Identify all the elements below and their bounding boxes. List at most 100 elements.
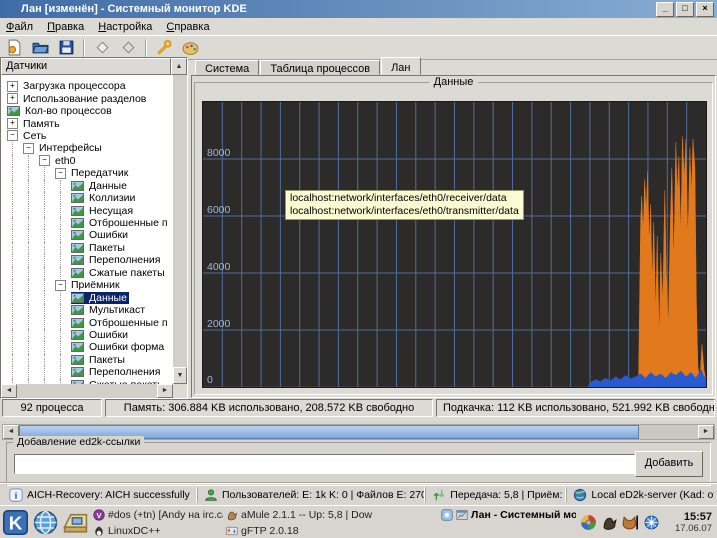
ed2k-link-input[interactable] xyxy=(14,454,635,474)
wrench-button[interactable] xyxy=(152,37,176,58)
tree-guide xyxy=(23,254,39,266)
tree-item-branch[interactable]: −Интерфейсы xyxy=(1,142,173,154)
tree-item-sensor[interactable]: Ошибки xyxy=(1,229,173,241)
taskbar-task[interactable]: aMule 2.1.1 -- Up: 5,8 | Dow xyxy=(223,507,438,523)
web-globe-launcher[interactable] xyxy=(30,508,60,538)
add-link-button[interactable]: Добавить xyxy=(635,451,703,477)
tree-item-branch[interactable]: −Передатчик xyxy=(1,167,173,179)
tree-guide xyxy=(7,180,23,192)
tree-expander[interactable]: − xyxy=(55,168,66,179)
fox-tray-icon[interactable] xyxy=(622,514,639,531)
desktop-launcher[interactable] xyxy=(60,508,90,538)
tree-item-sensor[interactable]: Ошибки форма xyxy=(1,341,173,353)
tree-guide xyxy=(7,242,23,254)
tree-expander[interactable]: + xyxy=(7,81,18,92)
close-button[interactable]: × xyxy=(696,2,714,17)
tree-item-sensor[interactable]: Пакеты xyxy=(1,354,173,366)
menu-справка[interactable]: Справка xyxy=(166,21,209,33)
new-worksheet-button[interactable] xyxy=(2,37,26,58)
minimize-button[interactable]: _ xyxy=(656,2,674,17)
tooltip-line-transmitter: localhost:network/interfaces/eth0/transm… xyxy=(290,205,519,218)
kicker-taskbar: K V#dos (+tn) [Andy на irc.ca aMule 2.1.1… xyxy=(0,505,717,538)
tree-item-sensor[interactable]: Мультикаст xyxy=(1,304,173,316)
sensor-tree: +Загрузка процессора+Использование разде… xyxy=(1,75,173,384)
tree-item-sensor[interactable]: Отброшенные п xyxy=(1,217,173,229)
tree-item-sensor[interactable]: Данные xyxy=(1,180,173,192)
tab-система[interactable]: Система xyxy=(195,60,259,75)
new-tab-button[interactable] xyxy=(90,37,114,58)
new-worksheet-icon xyxy=(6,39,23,56)
tree-guide xyxy=(23,267,39,279)
tree-item-sensor[interactable]: Данные xyxy=(1,291,173,303)
save-button[interactable] xyxy=(54,37,78,58)
chart-leaf-icon xyxy=(71,305,84,315)
tree-guide xyxy=(55,354,71,366)
tree-item-sensor[interactable]: Сжатые пакеты xyxy=(1,267,173,279)
tree-item-sensor[interactable]: Кол-во процессов xyxy=(1,105,173,117)
tree-expander[interactable]: − xyxy=(39,155,50,166)
tree-item-branch[interactable]: +Использование разделов xyxy=(1,92,173,104)
taskbar-task[interactable]: V#dos (+tn) [Andy на irc.ca xyxy=(90,507,223,523)
tree-item-sensor[interactable]: Ошибки xyxy=(1,329,173,341)
transfer-icon xyxy=(432,488,446,502)
chart-leaf-icon xyxy=(71,181,84,191)
tree-item-branch[interactable]: +Память xyxy=(1,117,173,129)
tree-guide xyxy=(7,279,23,291)
tree-item-branch[interactable]: −eth0 xyxy=(1,155,173,167)
toolbar-separator xyxy=(83,39,85,57)
delete-tab-button[interactable] xyxy=(116,37,140,58)
tree-item-sensor[interactable]: Несущая xyxy=(1,204,173,216)
task-label: #dos (+tn) [Andy на irc.ca xyxy=(108,509,223,521)
task-label: aMule 2.1.1 -- Up: 5,8 | Dow xyxy=(241,509,372,521)
titlebar[interactable]: Лан [изменён] - Системный монитор KDE _ … xyxy=(0,0,717,18)
tree-item-sensor[interactable]: Переполнения xyxy=(1,366,173,378)
taskbar-clock[interactable]: 15:57 17.06.07 xyxy=(675,511,717,535)
chart-leaf-icon xyxy=(71,268,84,278)
sensor-header[interactable]: Датчики xyxy=(1,58,171,75)
palette-button[interactable] xyxy=(178,37,202,58)
open-button[interactable] xyxy=(28,37,52,58)
menu-настройка[interactable]: Настройка xyxy=(98,21,152,33)
kmenu-launcher[interactable]: K xyxy=(0,508,30,538)
tree-item-label: Сжатые пакеты xyxy=(87,267,167,279)
toolbar-separator xyxy=(145,39,147,57)
tree-guide xyxy=(23,354,39,366)
tree-item-branch[interactable]: −Приёмник xyxy=(1,279,173,291)
taskbar-task[interactable]: Лан - Системный мо xyxy=(438,507,576,523)
menu-файл[interactable]: Файл xyxy=(6,21,33,33)
chart-leaf-icon xyxy=(71,330,84,340)
tree-item-sensor[interactable]: Коллизии xyxy=(1,192,173,204)
tree-item-branch[interactable]: −Сеть xyxy=(1,130,173,142)
tree-expander[interactable]: + xyxy=(7,118,18,129)
tree-item-branch[interactable]: +Загрузка процессора xyxy=(1,80,173,92)
scroll-up-button[interactable]: ▲ xyxy=(171,58,187,75)
tree-guide xyxy=(7,366,23,378)
tree-guide xyxy=(39,279,55,291)
tree-item-sensor[interactable]: Отброшенные п xyxy=(1,316,173,328)
tree-expander[interactable]: − xyxy=(55,280,66,291)
tab-таблица-процессов[interactable]: Таблица процессов xyxy=(260,60,380,75)
mule-tray-icon[interactable] xyxy=(601,514,618,531)
menu-правка[interactable]: Правка xyxy=(47,21,84,33)
tree-guide xyxy=(7,155,23,167)
maximize-button[interactable]: □ xyxy=(676,2,694,17)
amule-status-text: AICH-Recovery: AICH successfully xyxy=(27,489,190,501)
tree-expander[interactable]: − xyxy=(23,143,34,154)
tab-лан[interactable]: Лан xyxy=(381,57,420,75)
tree-expander[interactable]: − xyxy=(7,130,18,141)
tree-item-sensor[interactable]: Переполнения xyxy=(1,254,173,266)
taskbar-task[interactable]: gFTP 2.0.18 xyxy=(223,523,438,538)
globe-tray-icon[interactable] xyxy=(643,514,660,531)
tree-item-sensor[interactable]: Пакеты xyxy=(1,242,173,254)
tree-expander[interactable]: + xyxy=(7,93,18,104)
vertical-scrollbar[interactable]: ▼ xyxy=(173,75,187,384)
open-icon xyxy=(32,39,49,56)
taskbar-task[interactable]: LinuxDC++ xyxy=(90,523,223,538)
tree-guide xyxy=(7,304,23,316)
scroll-down-button[interactable]: ▼ xyxy=(173,367,187,384)
tree-guide xyxy=(55,180,71,192)
amule-scroll-right-button[interactable]: ► xyxy=(698,425,714,439)
tree-guide xyxy=(7,379,23,385)
gear-tray-icon[interactable] xyxy=(580,514,597,531)
gftp-icon xyxy=(226,525,238,537)
